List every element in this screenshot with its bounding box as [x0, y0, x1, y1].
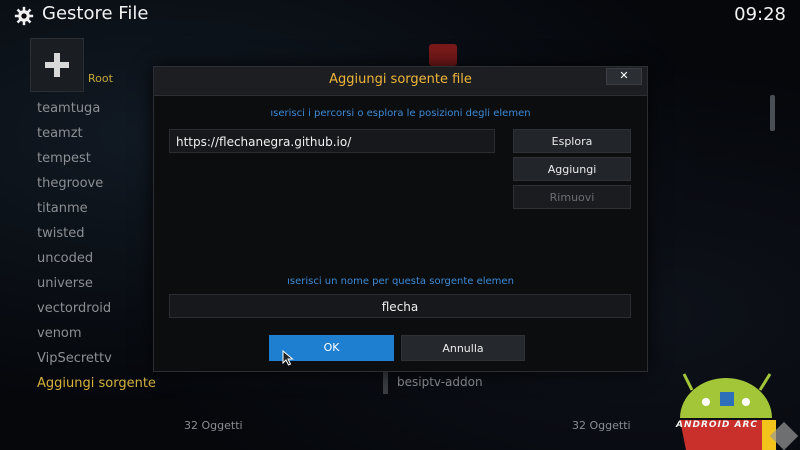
gear-icon[interactable]	[14, 6, 34, 26]
source-name-input[interactable]: flecha	[169, 294, 631, 318]
mouse-cursor-icon	[282, 350, 294, 366]
item-count-left: 32 Oggetti	[184, 419, 243, 432]
dialog-title: Aggiungi sorgente file	[329, 72, 472, 87]
add-source-dialog: Aggiungi sorgente file ✕ ıserisci i perc…	[153, 66, 648, 372]
remove-button[interactable]: Rimuovi	[513, 185, 631, 209]
close-button[interactable]: ✕	[606, 68, 642, 85]
app-title: Gestore File	[42, 3, 149, 24]
path-input[interactable]: https://flechanegra.github.io/	[169, 129, 495, 153]
plus-icon	[45, 53, 69, 77]
android-logo-watermark-icon	[680, 373, 799, 450]
item-count-right: 32 Oggetti	[572, 419, 631, 432]
cancel-button[interactable]: Annulla	[401, 335, 525, 361]
browse-button[interactable]: Esplora	[513, 129, 631, 153]
add-tile[interactable]	[30, 38, 84, 92]
list-item[interactable]: besiptv-addon	[397, 375, 483, 389]
scrollbar-right[interactable]	[770, 95, 775, 131]
root-label: Root	[88, 72, 113, 85]
path-hint: ıserisci i percorsi o esplora le posizio…	[270, 108, 531, 119]
add-button[interactable]: Aggiungi	[513, 157, 631, 181]
list-item-add-source[interactable]: Aggiungi sorgente	[37, 371, 177, 396]
watermark-text: ANDROID ARC	[676, 420, 759, 430]
dialog-titlebar: Aggiungi sorgente file ✕	[154, 67, 647, 96]
header-bar: Gestore File 09:28	[0, 0, 800, 32]
clock: 09:28	[734, 4, 786, 25]
thumbnail-icon	[429, 44, 457, 66]
scrollbar-center[interactable]	[383, 372, 388, 394]
name-hint: ıserisci un nome per questa sorgente ele…	[287, 276, 514, 287]
